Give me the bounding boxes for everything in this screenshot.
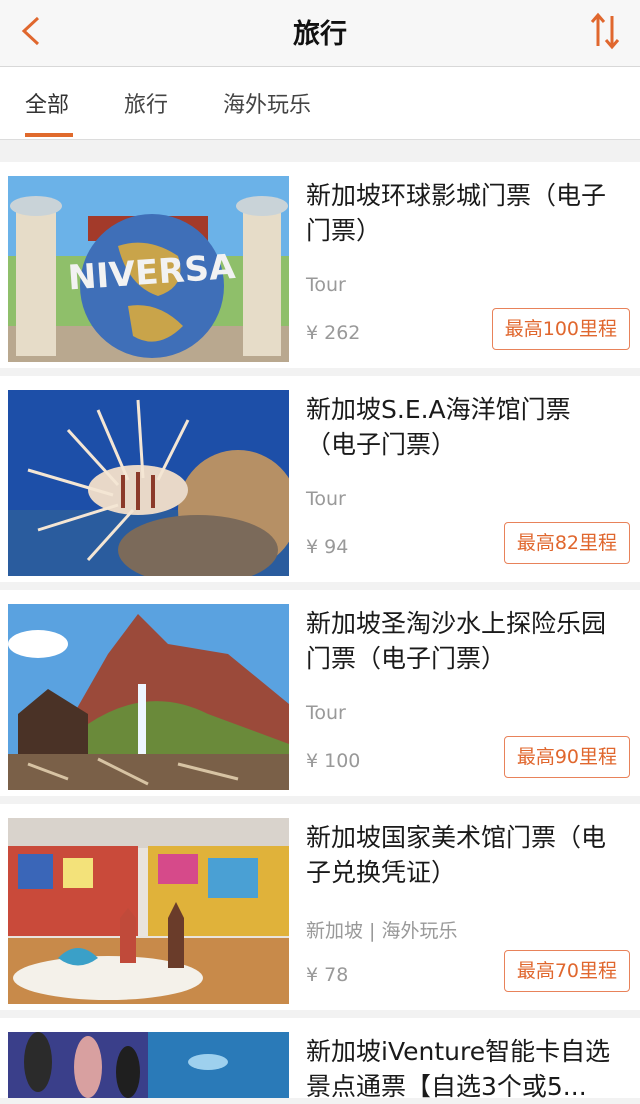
product-image — [8, 1032, 289, 1098]
miles-button[interactable]: 最高82里程 — [503, 522, 630, 564]
miles-button[interactable]: 最高90里程 — [503, 736, 630, 778]
product-price: ¥ 100 — [306, 750, 361, 772]
product-price: ¥ 78 — [306, 964, 349, 986]
list-item[interactable]: 新加坡国家美术馆门票（电子兑换凭证） 新加坡 | 海外玩乐 ¥ 78 最高70里… — [0, 804, 640, 1010]
product-image — [8, 818, 289, 1004]
product-image — [8, 604, 289, 790]
list-item[interactable]: NIVERSA 新加坡环球影城门票（电子门票） Tour ¥ 262 最高100… — [0, 162, 640, 368]
top-bar: 旅行 — [0, 0, 640, 67]
active-tab-indicator — [25, 133, 73, 137]
product-title: 新加坡国家美术馆门票（电子兑换凭证） — [306, 823, 607, 887]
tab-overseas-fun[interactable]: 海外玩乐 — [223, 87, 311, 119]
list-item[interactable]: 新加坡圣淘沙水上探险乐园门票（电子门票） Tour ¥ 100 最高90里程 — [0, 590, 640, 796]
product-title: 新加坡圣淘沙水上探险乐园门票（电子门票） — [306, 609, 607, 673]
product-image: NIVERSA — [8, 176, 289, 362]
tab-travel[interactable]: 旅行 — [124, 87, 168, 119]
product-title: 新加坡S.E.A海洋馆门票（电子门票） — [306, 395, 571, 459]
miles-button[interactable]: 最高100里程 — [491, 308, 630, 350]
product-title: 新加坡环球影城门票（电子门票） — [306, 181, 607, 245]
tab-all[interactable]: 全部 — [25, 87, 69, 119]
product-image — [8, 390, 289, 576]
product-price: ¥ 94 — [306, 536, 349, 558]
sort-icon[interactable] — [590, 12, 620, 50]
product-price: ¥ 262 — [306, 322, 361, 344]
miles-button[interactable]: 最高70里程 — [503, 950, 630, 992]
list-item[interactable]: 新加坡S.E.A海洋馆门票（电子门票） Tour ¥ 94 最高82里程 — [0, 376, 640, 582]
category-tabs: 全部 旅行 海外玩乐 — [0, 67, 640, 140]
page-title: 旅行 — [293, 19, 347, 50]
list-item[interactable]: 新加坡iVenture智能卡自选景点通票【自选3个或5... — [0, 1018, 640, 1101]
product-subtitle: Tour — [306, 488, 346, 510]
product-subtitle: Tour — [306, 274, 346, 296]
product-subtitle: 新加坡 | 海外玩乐 — [306, 920, 458, 942]
product-title: 新加坡iVenture智能卡自选景点通票【自选3个或5... — [306, 1037, 611, 1101]
product-subtitle: Tour — [306, 702, 346, 724]
